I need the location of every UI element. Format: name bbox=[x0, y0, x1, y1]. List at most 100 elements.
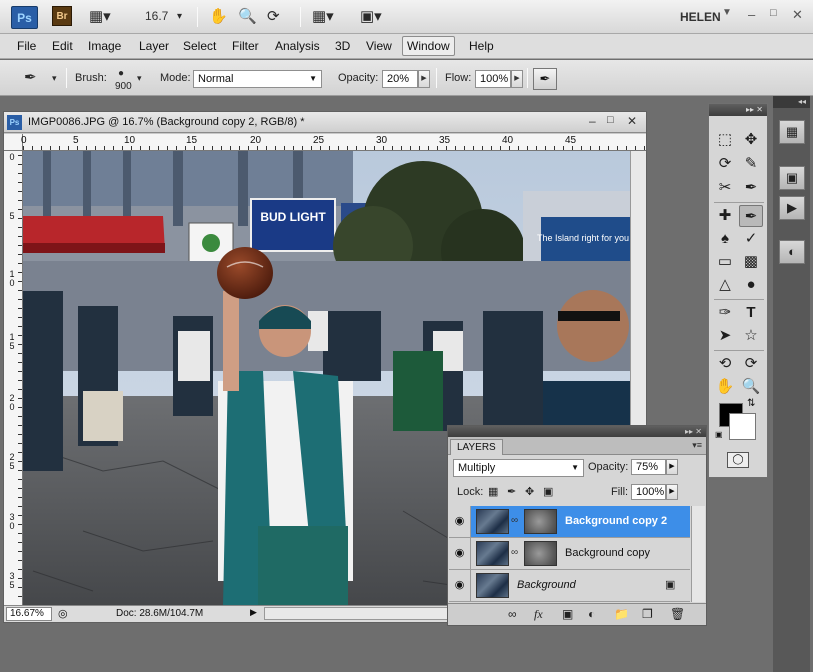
layer-mask-thumbnail[interactable] bbox=[524, 541, 557, 566]
new-group-icon[interactable]: 📁 bbox=[614, 607, 629, 621]
minimize-icon[interactable]: – bbox=[748, 7, 755, 22]
adjustments-panel-icon[interactable]: ◐ bbox=[779, 240, 805, 264]
quick-selection-tool-icon[interactable]: ✎ bbox=[739, 153, 763, 175]
user-name[interactable]: HELEN bbox=[680, 10, 721, 24]
menu-image[interactable]: Image bbox=[88, 39, 121, 53]
layer-thumbnail[interactable] bbox=[476, 541, 509, 566]
3d-orbit-tool-icon[interactable]: ⟳ bbox=[739, 353, 763, 375]
menu-analysis[interactable]: Analysis bbox=[275, 39, 320, 53]
menu-help[interactable]: Help bbox=[469, 39, 494, 53]
layer-row[interactable]: ◉ ∞ Background copy bbox=[449, 538, 690, 570]
layer-style-icon[interactable]: fx bbox=[534, 607, 543, 622]
path-selection-tool-icon[interactable]: ➤ bbox=[713, 325, 737, 347]
menu-edit[interactable]: Edit bbox=[52, 39, 73, 53]
close-icon[interactable]: ✕ bbox=[792, 7, 803, 23]
bridge-button[interactable]: Br bbox=[52, 6, 72, 26]
link-layers-icon[interactable]: ∞ bbox=[508, 607, 517, 621]
marquee-tool-icon[interactable]: ⬚ bbox=[713, 129, 737, 151]
visibility-eye-icon[interactable]: ◉ bbox=[449, 538, 471, 569]
status-menu-arrow-icon[interactable]: ▶ bbox=[250, 607, 257, 618]
zoom-tool-icon[interactable]: 🔍 bbox=[238, 7, 257, 27]
tab-layers[interactable]: LAYERS bbox=[450, 439, 503, 455]
zoom-dropdown-icon[interactable]: ▾ bbox=[177, 7, 182, 27]
user-dropdown-icon[interactable]: ▼ bbox=[722, 7, 732, 18]
maximize-icon[interactable]: □ bbox=[770, 7, 777, 19]
add-mask-icon[interactable]: ▣ bbox=[562, 607, 573, 621]
layers-panel-header[interactable]: ▸▸ ✕ bbox=[448, 426, 706, 437]
hand-tool-icon[interactable]: ✋ bbox=[209, 7, 228, 27]
horizontal-ruler[interactable] bbox=[23, 134, 646, 151]
layer-opacity-slider-toggle[interactable]: ▶ bbox=[666, 459, 678, 475]
dodge-tool-icon[interactable]: ● bbox=[739, 274, 763, 296]
document-maximize-icon[interactable]: □ bbox=[607, 114, 614, 126]
visibility-eye-icon[interactable]: ◉ bbox=[449, 570, 471, 601]
screen-mode-icon[interactable]: ▣▾ bbox=[360, 7, 382, 27]
lock-position-icon[interactable]: ✥ bbox=[525, 485, 534, 498]
layers-scrollbar[interactable] bbox=[691, 506, 705, 602]
menu-3d[interactable]: 3D bbox=[335, 39, 350, 53]
layer-row[interactable]: ◉ ∞ Background copy 2 bbox=[449, 506, 690, 538]
flow-input[interactable]: 100% bbox=[475, 70, 511, 88]
zoom-tool-icon[interactable]: 🔍 bbox=[739, 376, 763, 398]
lock-all-icon[interactable]: ▣ bbox=[543, 485, 553, 498]
navigator-panel-icon[interactable]: ▣ bbox=[779, 166, 805, 190]
dock-header[interactable]: ◂◂ bbox=[773, 96, 810, 108]
actions-panel-icon[interactable]: ▶ bbox=[779, 196, 805, 220]
eyedropper-tool-icon[interactable]: ✒ bbox=[739, 177, 763, 199]
background-color-swatch[interactable] bbox=[729, 413, 756, 440]
layer-mask-thumbnail[interactable] bbox=[524, 509, 557, 534]
new-layer-icon[interactable]: ❐ bbox=[642, 607, 653, 621]
menu-window[interactable]: Window bbox=[402, 36, 455, 56]
menu-view[interactable]: View bbox=[366, 39, 392, 53]
default-colors-icon[interactable]: ▣ bbox=[715, 430, 723, 439]
visibility-eye-icon[interactable]: ◉ bbox=[449, 506, 471, 537]
hand-tool-icon[interactable]: ✋ bbox=[713, 376, 737, 398]
3d-rotate-tool-icon[interactable]: ⟲ bbox=[713, 353, 737, 375]
crop-tool-icon[interactable]: ✂ bbox=[713, 177, 737, 199]
document-title-bar[interactable]: Ps IMGP0086.JPG @ 16.7% (Background copy… bbox=[4, 112, 646, 133]
delete-layer-icon[interactable]: 🗑 bbox=[670, 607, 685, 621]
lock-image-icon[interactable]: ✒ bbox=[507, 485, 516, 498]
airbrush-toggle-icon[interactable]: ✒ bbox=[533, 68, 557, 90]
layer-thumbnail[interactable] bbox=[476, 573, 509, 598]
eraser-tool-icon[interactable]: ▭ bbox=[713, 251, 737, 273]
rotate-view-icon[interactable]: ⟳ bbox=[267, 7, 280, 27]
layer-row[interactable]: ◉ Background ▣ bbox=[449, 570, 690, 602]
clone-stamp-tool-icon[interactable]: ♠ bbox=[713, 228, 737, 250]
flow-slider-toggle[interactable]: ▶ bbox=[511, 70, 523, 88]
brush-dropdown-icon[interactable]: ▾ bbox=[137, 68, 142, 88]
histogram-panel-icon[interactable]: ▦ bbox=[779, 120, 805, 144]
zoom-level[interactable]: 16.7 bbox=[145, 9, 168, 23]
shape-tool-icon[interactable]: ☆ bbox=[739, 325, 763, 347]
zoom-input[interactable]: 16.67% bbox=[6, 607, 52, 621]
blend-mode-select[interactable]: Multiply ▼ bbox=[453, 459, 584, 477]
menu-file[interactable]: File bbox=[17, 39, 36, 53]
brush-preset-icon[interactable]: ✒ bbox=[24, 68, 37, 88]
layer-thumbnail[interactable] bbox=[476, 509, 509, 534]
tools-panel-header[interactable]: ▸▸ ✕ bbox=[709, 104, 767, 116]
mini-bridge-icon[interactable]: ▦▾ bbox=[89, 7, 111, 27]
menu-filter[interactable]: Filter bbox=[232, 39, 259, 53]
status-info-icon[interactable]: ◎ bbox=[58, 607, 68, 620]
document-minimize-icon[interactable]: – bbox=[589, 114, 596, 128]
opacity-slider-toggle[interactable]: ▶ bbox=[418, 70, 430, 88]
move-tool-icon[interactable]: ✥ bbox=[739, 129, 763, 151]
layer-opacity-input[interactable]: 75% bbox=[631, 459, 666, 475]
arrange-documents-icon[interactable]: ▦▾ bbox=[312, 7, 334, 27]
fill-input[interactable]: 100% bbox=[631, 484, 666, 500]
preset-dropdown-icon[interactable]: ▾ bbox=[52, 68, 57, 88]
lock-transparency-icon[interactable]: ▦ bbox=[488, 485, 498, 498]
pen-tool-icon[interactable]: ✑ bbox=[713, 302, 737, 324]
brush-tool-icon[interactable]: ✒ bbox=[739, 205, 763, 227]
panel-menu-icon[interactable]: ▾≡ bbox=[692, 440, 702, 451]
quick-mask-icon[interactable]: ◯ bbox=[727, 452, 749, 468]
mode-select[interactable]: Normal ▼ bbox=[193, 70, 322, 88]
swap-colors-icon[interactable]: ⇅ bbox=[747, 398, 755, 409]
fill-slider-toggle[interactable]: ▶ bbox=[666, 484, 678, 500]
healing-brush-tool-icon[interactable]: ✚ bbox=[713, 205, 737, 227]
blur-tool-icon[interactable]: △ bbox=[713, 274, 737, 296]
opacity-input[interactable]: 20% bbox=[382, 70, 418, 88]
link-mask-icon[interactable]: ∞ bbox=[511, 515, 518, 526]
type-tool-icon[interactable]: T bbox=[739, 302, 763, 324]
gradient-tool-icon[interactable]: ▩ bbox=[739, 251, 763, 273]
